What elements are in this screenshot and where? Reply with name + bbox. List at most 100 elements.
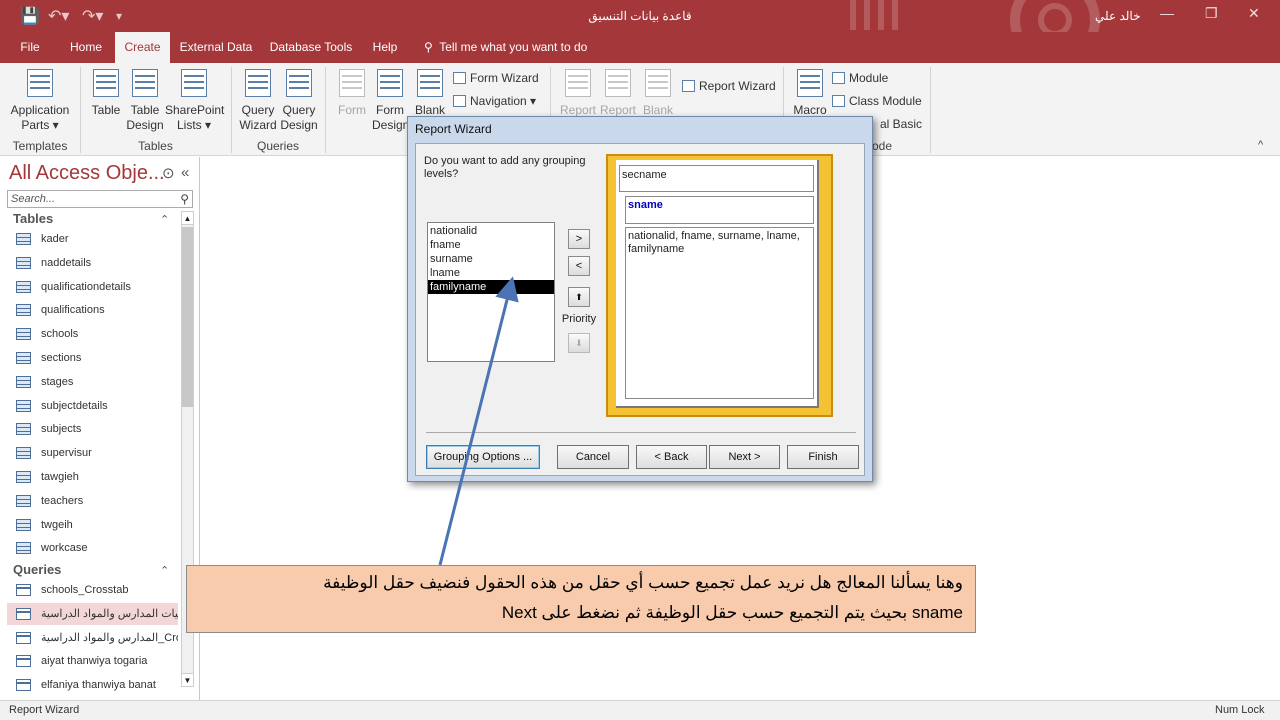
nav-search-input[interactable]: Search... ⚲ [7, 190, 193, 208]
finish-button[interactable]: Finish [787, 445, 859, 469]
scroll-up-icon[interactable]: ▲ [182, 212, 193, 225]
sidebar-item-sections[interactable]: sections [7, 347, 178, 369]
tab-external-data[interactable]: External Data [178, 32, 254, 63]
sidebar-item-stages[interactable]: stages [7, 371, 178, 393]
cancel-button[interactable]: Cancel [557, 445, 629, 469]
priority-up-button[interactable]: ⬆ [568, 287, 590, 307]
sidebar-item-subjectdetails[interactable]: subjectdetails [7, 395, 178, 417]
blank-report-button[interactable]: Blank [640, 69, 676, 118]
sidebar-item-workcase[interactable]: workcase [7, 537, 178, 559]
remove-grouping-button[interactable]: < [568, 256, 590, 276]
field-item[interactable]: fname [428, 238, 554, 252]
collapse-queries-icon[interactable]: ⌃ [160, 564, 169, 577]
sidebar-item-subjects[interactable]: subjects [7, 418, 178, 440]
scroll-thumb[interactable] [182, 227, 193, 407]
report-design-button[interactable]: Report [600, 69, 636, 118]
query-design-button[interactable]: Query Design [279, 69, 319, 133]
query-item[interactable]: elfaniya thanwiya banat [7, 674, 178, 696]
table-icon [16, 494, 31, 507]
group-queries: Queries [256, 139, 300, 153]
tables-section-header[interactable]: Tables [13, 211, 53, 226]
query-design-icon [286, 69, 312, 97]
restore-icon[interactable]: ❐ [1205, 5, 1218, 22]
tab-file[interactable]: File [10, 32, 50, 63]
field-item[interactable]: surname [428, 252, 554, 266]
report-wizard-button[interactable]: Report Wizard [682, 78, 776, 94]
list-item-label: subjects [41, 423, 82, 436]
module-button[interactable]: Module [832, 70, 888, 86]
sidebar-item-supervisur[interactable]: supervisur [7, 442, 178, 464]
query-item[interactable]: احصائيات المدارس والمواد الدراسية [7, 602, 178, 625]
tab-database-tools[interactable]: Database Tools [265, 32, 357, 63]
group-tables: Tables [138, 139, 173, 153]
collapse-tables-icon[interactable]: ⌃ [160, 213, 169, 226]
form-design-button[interactable]: Form Design [372, 69, 410, 133]
sidebar-item-schools[interactable]: schools [7, 323, 178, 345]
tab-create[interactable]: Create [115, 32, 170, 63]
form-wizard-button[interactable]: Form Wizard [453, 70, 539, 86]
form-button[interactable]: Form [334, 69, 370, 118]
arrow-down-icon: ⬇ [575, 338, 583, 348]
report-button[interactable]: Report [560, 69, 596, 118]
application-parts-button[interactable]: Application Parts ▾ [6, 69, 74, 133]
available-fields-list[interactable]: nationalid fname surname lname familyname [427, 222, 555, 362]
sidebar-item-twgeih[interactable]: twgeih [7, 514, 178, 536]
sidebar-item-kader[interactable]: kader [7, 228, 178, 250]
tab-help[interactable]: Help [362, 32, 408, 63]
field-item[interactable]: nationalid [428, 224, 554, 238]
search-icon[interactable]: ⚲ [180, 192, 189, 206]
sidebar-item-teachers[interactable]: teachers [7, 490, 178, 512]
sidebar-item-tawgieh[interactable]: tawgieh [7, 466, 178, 488]
minimize-icon[interactable]: — [1160, 5, 1174, 21]
grouping-prompt: Do you want to add any grouping levels? [424, 155, 586, 180]
num-lock-indicator: Num Lock [1215, 704, 1265, 716]
next-button[interactable]: Next > [709, 445, 780, 469]
visual-basic-button[interactable]: al Basic [880, 116, 922, 132]
blank-form-button[interactable]: Blank [412, 69, 448, 118]
macro-icon [797, 69, 823, 97]
add-grouping-button[interactable]: > [568, 229, 590, 249]
tab-home[interactable]: Home [60, 32, 112, 63]
collapse-ribbon-icon[interactable]: ^ [1258, 139, 1263, 151]
user-name[interactable]: خالد علي [1095, 9, 1141, 23]
class-module-button[interactable]: Class Module [832, 93, 922, 109]
priority-down-button[interactable]: ⬇ [568, 333, 590, 353]
module-icon [832, 72, 845, 84]
queries-section-header[interactable]: Queries [13, 562, 61, 577]
search-placeholder: Search... [11, 193, 56, 205]
table-design-button[interactable]: Table Design [126, 69, 164, 133]
grouping-options-button[interactable]: Grouping Options ... [426, 445, 540, 469]
query-item[interactable]: schools_Crosstab [7, 579, 178, 601]
field-item[interactable]: familyname [428, 280, 554, 294]
navigation-icon [453, 95, 466, 107]
sharepoint-lists-button[interactable]: SharePoint Lists ▾ [165, 69, 224, 133]
query-icon [16, 679, 31, 692]
navigation-button[interactable]: Navigation ▾ [453, 93, 536, 109]
lightbulb-icon: ⚲ [424, 40, 433, 54]
sidebar-item-naddetails[interactable]: naddetails [7, 252, 178, 274]
blank-report-icon [645, 69, 671, 97]
query-wizard-button[interactable]: Query Wizard [238, 69, 278, 133]
scroll-down-icon[interactable]: ▼ [182, 673, 193, 686]
table-button[interactable]: Table [88, 69, 124, 118]
nav-menu-icon[interactable]: ⊙ [162, 164, 175, 182]
shutter-bar-icon[interactable]: « [181, 164, 189, 181]
form-design-icon [377, 69, 403, 97]
list-item-label: stages [41, 375, 74, 388]
form-design-label: Form Design [372, 103, 410, 132]
tell-me-search[interactable]: ⚲ Tell me what you want to do [424, 32, 587, 63]
macro-button[interactable]: Macro [790, 69, 830, 118]
table-icon [16, 328, 31, 341]
back-button[interactable]: < Back [636, 445, 707, 469]
query-item[interactable]: المدارس والمواد الدراسية_Crosst... [7, 627, 178, 649]
table-design-label: Table Design [126, 103, 164, 132]
macro-label: Macro [793, 103, 827, 117]
query-item[interactable]: aiyat thanwiya togaria [7, 650, 178, 672]
close-icon[interactable]: ✕ [1248, 5, 1260, 22]
sidebar-item-qualificationdetails[interactable]: qualificationdetails [7, 276, 178, 298]
dialog-title: Report Wizard [415, 122, 492, 136]
nav-pane-title[interactable]: All Access Obje... [9, 162, 165, 185]
sidebar-item-qualifications[interactable]: qualifications [7, 299, 178, 321]
divider [426, 432, 856, 433]
field-item[interactable]: lname [428, 266, 554, 280]
